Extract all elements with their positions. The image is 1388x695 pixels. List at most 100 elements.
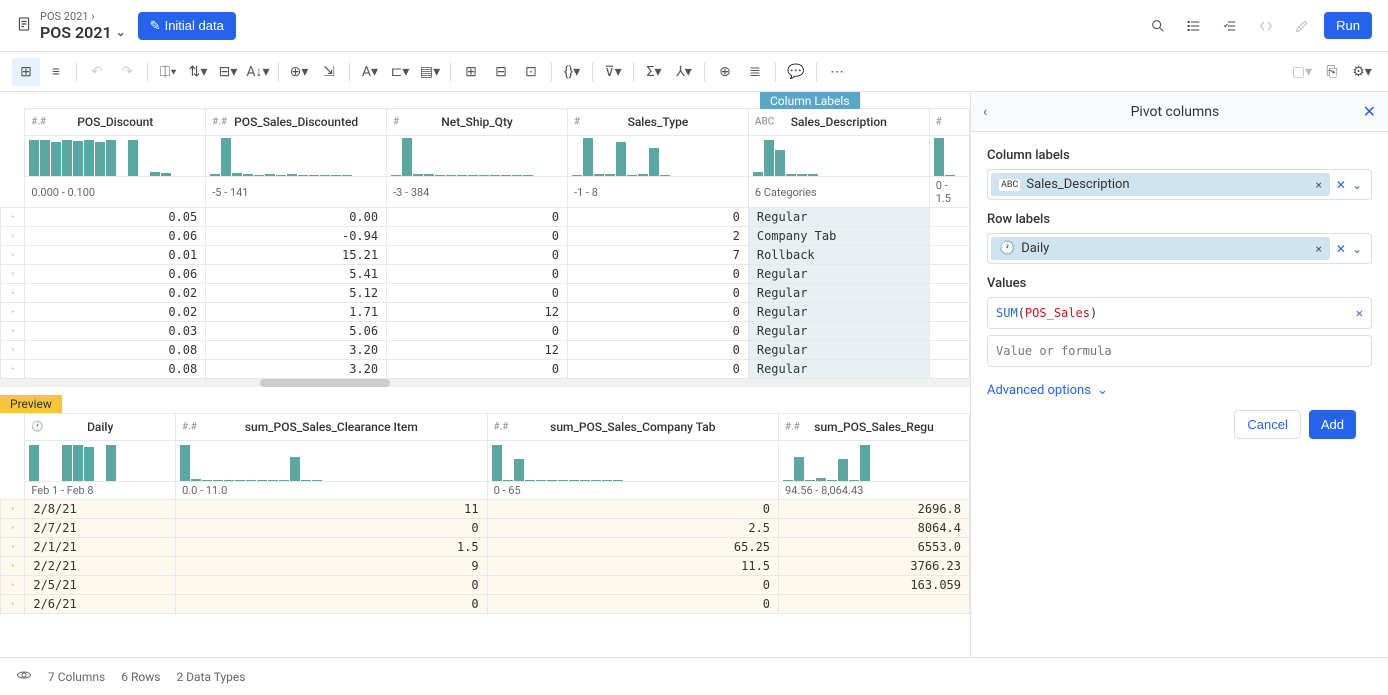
range-label: 0 - 65 — [487, 482, 778, 500]
column-header[interactable]: #Sales_Type — [567, 109, 748, 136]
table-row[interactable]: ·0.0115.2107Rollback — [1, 246, 970, 265]
column-header[interactable]: #.#POS_Sales_Discounted — [206, 109, 387, 136]
border-icon[interactable]: ▢▾ — [1288, 58, 1316, 86]
status-rows: 6 Rows — [121, 670, 160, 684]
table-row[interactable]: ·2/2/21911.53766.23 — [1, 557, 970, 576]
row-labels-label: Row labels — [987, 212, 1372, 227]
column-header[interactable]: #.#sum_POS_Sales_Company Tab — [487, 414, 778, 441]
checklist-icon[interactable] — [1216, 12, 1244, 40]
grid-view-icon[interactable]: ⊞ — [12, 58, 40, 86]
table-row[interactable]: ·0.035.0600Regular — [1, 322, 970, 341]
column-header[interactable]: #Net_Ship_Qty — [387, 109, 568, 136]
col-add-icon[interactable]: ⎅▾ — [154, 58, 182, 86]
more-icon[interactable]: ⋯ — [823, 58, 851, 86]
hscroll-main[interactable] — [0, 379, 970, 387]
table-row[interactable]: ·2/1/211.565.256553.0 — [1, 538, 970, 557]
advanced-options-link[interactable]: Advanced options⌄ — [987, 383, 1372, 398]
join-icon[interactable]: ⊕ — [711, 58, 739, 86]
table-row[interactable]: ·2/7/2102.58064.4 — [1, 519, 970, 538]
chevron-down-icon[interactable]: ⌄ — [1350, 176, 1364, 194]
status-bar: 7 Columns 6 Rows 2 Data Types — [0, 657, 1388, 695]
text-icon[interactable]: A▾ — [356, 58, 384, 86]
pen-icon[interactable] — [1288, 12, 1316, 40]
column-header[interactable]: #.#POS_Discount — [25, 109, 206, 136]
split-icon[interactable]: ⊕▾ — [285, 58, 313, 86]
close-icon[interactable]: ✕ — [1363, 102, 1376, 121]
redo-icon[interactable]: ↷ — [113, 58, 141, 86]
run-button[interactable]: Run — [1324, 12, 1372, 39]
initial-data-button[interactable]: ✎Initial data — [138, 12, 236, 40]
row-view-icon[interactable]: ≡ — [42, 58, 70, 86]
table-row[interactable]: ·2/8/211102696.8 — [1, 500, 970, 519]
value-formula-input[interactable] — [987, 335, 1372, 367]
column-labels-field[interactable]: ABCSales_Description× ✕⌄ — [987, 169, 1372, 200]
stack-icon[interactable]: ≣ — [741, 58, 769, 86]
table-row[interactable]: ·0.050.0000Regular — [1, 208, 970, 227]
comment-icon[interactable]: 💬 — [782, 58, 810, 86]
braces-icon[interactable]: {}▾ — [558, 58, 586, 86]
column-header[interactable]: # — [929, 109, 969, 136]
chip-clear-icon[interactable]: ✕ — [1334, 240, 1348, 258]
table-row[interactable]: ·2/6/2100 — [1, 595, 970, 614]
settings-icon[interactable]: ⚙▾ — [1348, 58, 1376, 86]
group3-icon[interactable]: ⊡ — [517, 58, 545, 86]
table-row[interactable]: ·0.021.71120Regular — [1, 303, 970, 322]
status-types: 2 Data Types — [176, 670, 245, 684]
range-label: -3 - 384 — [387, 177, 568, 208]
doc-icon — [16, 16, 32, 36]
pivot-panel: ‹ Pivot columns ✕ Column labels ABCSales… — [970, 92, 1388, 657]
table-row[interactable]: ·0.06-0.9402Company Tab — [1, 227, 970, 246]
table-row[interactable]: ·0.083.2000Regular — [1, 360, 970, 379]
column-header[interactable]: #.#sum_POS_Sales_Clearance Item — [176, 414, 488, 441]
preview-tag: Preview — [0, 395, 62, 413]
grid-area[interactable]: Column Labels #.#POS_Discount#.#POS_Sale… — [0, 92, 970, 657]
filter-icon[interactable]: ⊽▾ — [599, 58, 627, 86]
sort-icon[interactable]: ⇅▾ — [184, 58, 212, 86]
table-row[interactable]: ·0.025.1200Regular — [1, 284, 970, 303]
column-header[interactable]: #.#sum_POS_Sales_Regu — [779, 414, 970, 441]
status-columns: 7 Columns — [48, 670, 105, 684]
top-bar: POS 2021 › POS 2021 ⌄ ✎Initial data Run — [0, 0, 1388, 52]
rename-icon[interactable]: A↓▾ — [244, 58, 272, 86]
group1-icon[interactable]: ⊞ — [457, 58, 485, 86]
col-remove-icon[interactable]: ⊟▾ — [214, 58, 242, 86]
search-icon[interactable] — [1144, 12, 1172, 40]
add-button[interactable]: Add — [1309, 410, 1356, 439]
range-label: 94.56 - 8,064.43 — [779, 482, 970, 500]
list-icon[interactable] — [1180, 12, 1208, 40]
chip-clear-icon[interactable]: ✕ — [1334, 176, 1348, 194]
group2-icon[interactable]: ⊟ — [487, 58, 515, 86]
range-label: 0.000 - 0.100 — [25, 177, 206, 208]
column-header[interactable]: 🕐Daily — [25, 414, 176, 441]
range-label: 0.0 - 11.0 — [176, 482, 488, 500]
breadcrumb[interactable]: POS 2021 › — [40, 10, 126, 23]
chevron-down-icon[interactable]: ⌄ — [1350, 240, 1364, 258]
table-row[interactable]: ·2/5/2100163.059 — [1, 576, 970, 595]
chip-remove-icon[interactable]: × — [1315, 242, 1321, 256]
values-formula[interactable]: SUM(POS_Sales) ✕ — [987, 297, 1372, 329]
table-row[interactable]: ·0.065.4100Regular — [1, 265, 970, 284]
tree-icon[interactable]: ⅄▾ — [670, 58, 698, 86]
chip-remove-icon[interactable]: × — [1315, 178, 1321, 192]
formula-clear-icon[interactable]: ✕ — [1356, 306, 1363, 320]
expand-icon[interactable]: ⇲ — [315, 58, 343, 86]
back-icon[interactable]: ‹ — [983, 104, 987, 120]
table-row[interactable]: ·0.083.20120Regular — [1, 341, 970, 360]
view1-icon[interactable]: ⎘ — [1318, 58, 1346, 86]
code-icon[interactable] — [1252, 12, 1280, 40]
main-grid[interactable]: #.#POS_Discount#.#POS_Sales_Discounted#N… — [0, 108, 970, 379]
range-label: -5 - 141 — [206, 177, 387, 208]
page-title[interactable]: POS 2021 ⌄ — [40, 23, 126, 42]
preview-grid[interactable]: 🕐Daily#.#sum_POS_Sales_Clearance Item#.#… — [0, 413, 970, 614]
range-label: -1 - 8 — [567, 177, 748, 208]
panel-title: Pivot columns — [1131, 104, 1220, 120]
cancel-button[interactable]: Cancel — [1234, 410, 1300, 439]
column-header[interactable]: ABCSales_Description — [748, 109, 929, 136]
eye-icon[interactable] — [16, 667, 32, 686]
layout-icon[interactable]: ▤▾ — [416, 58, 444, 86]
range-label: Feb 1 - Feb 8 — [25, 482, 176, 500]
row-labels-field[interactable]: 🕐Daily× ✕⌄ — [987, 233, 1372, 264]
undo-icon[interactable]: ↶ — [83, 58, 111, 86]
align-icon[interactable]: ⊏▾ — [386, 58, 414, 86]
sigma-icon[interactable]: Σ▾ — [640, 58, 668, 86]
